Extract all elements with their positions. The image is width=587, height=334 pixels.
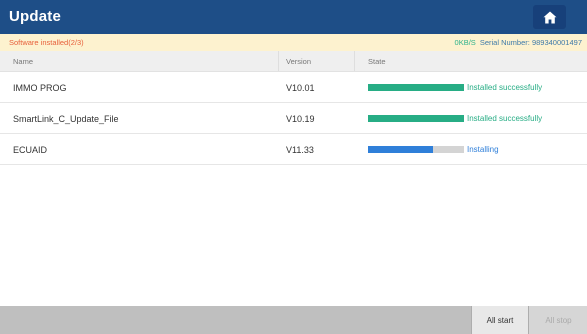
serial-number: 989340001497	[531, 38, 582, 47]
download-speed: 0KB/S	[454, 38, 476, 47]
progress-bar	[368, 115, 464, 122]
column-divider	[278, 51, 279, 71]
table-row: IMMO PROG V10.01 Installed successfully	[0, 72, 587, 103]
progress-fill	[368, 146, 434, 153]
home-icon	[543, 11, 556, 23]
row-state: Installed successfully	[467, 83, 543, 92]
row-version: V10.19	[286, 114, 315, 124]
all-start-button[interactable]: All start	[471, 306, 528, 334]
progress-bar	[368, 84, 464, 91]
title-bar: Update	[0, 0, 587, 34]
row-version: V10.01	[286, 83, 315, 93]
column-divider	[354, 51, 355, 71]
page-title: Update	[9, 8, 62, 25]
column-header-state: State	[368, 57, 386, 66]
row-state: Installing	[467, 145, 499, 154]
table-row: ECUAID V11.33 Installing	[0, 134, 587, 165]
row-version: V11.33	[286, 145, 314, 155]
table-header: Name Version State	[0, 51, 587, 72]
status-bar: Software installed(2/3) 0KB/S Serial Numb…	[0, 34, 587, 51]
row-name: SmartLink_C_Update_File	[13, 114, 119, 124]
column-header-name: Name	[13, 57, 34, 66]
row-name: ECUAID	[13, 145, 48, 155]
progress-bar	[368, 146, 464, 153]
footer-bar: All start All stop	[0, 306, 587, 334]
row-state: Installed successfully	[467, 114, 543, 123]
row-name: IMMO PROG	[13, 83, 67, 93]
progress-fill	[368, 115, 464, 122]
serial-label: Serial Number:	[479, 38, 530, 47]
table-row: SmartLink_C_Update_File V10.19 Installed…	[0, 103, 587, 134]
all-stop-button: All stop	[528, 306, 587, 334]
serial-info: 0KB/S Serial Number: 989340001497	[455, 38, 582, 47]
column-header-version: Version	[286, 57, 312, 66]
home-button[interactable]	[533, 5, 566, 29]
progress-fill	[368, 84, 464, 91]
install-count-status: Software installed(2/3)	[9, 38, 84, 47]
